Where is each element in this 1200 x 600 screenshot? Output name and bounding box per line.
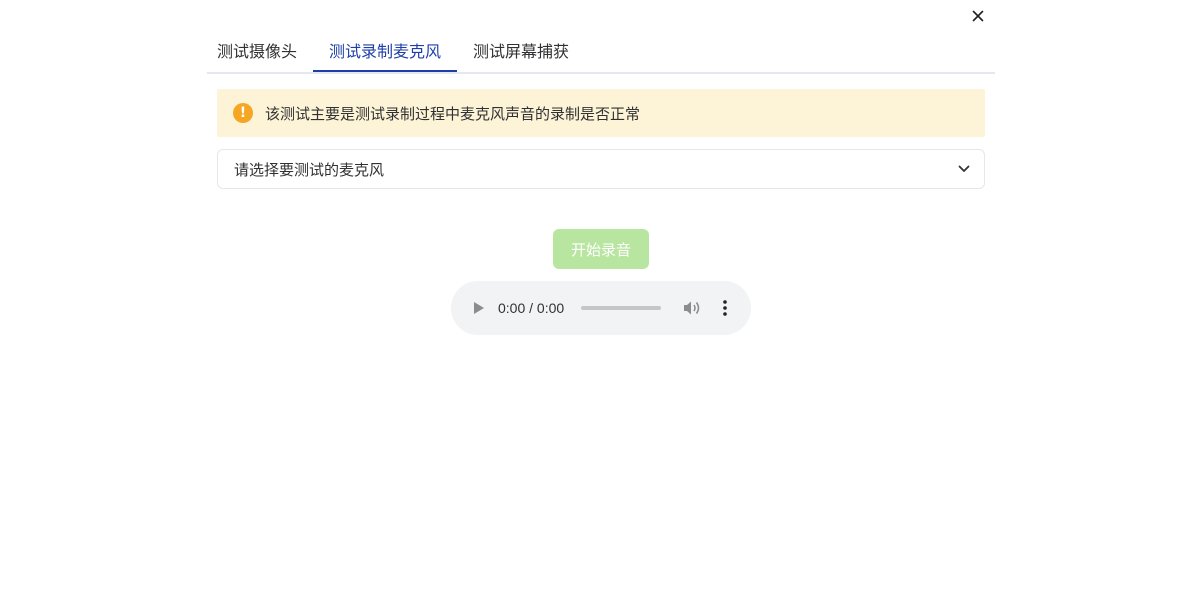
audio-time-display: 0:00 / 0:00 <box>498 300 565 316</box>
volume-button[interactable] <box>683 299 701 317</box>
start-recording-button[interactable]: 开始录音 <box>553 229 649 269</box>
tab-screen-capture-test[interactable]: 测试屏幕捕获 <box>473 32 569 72</box>
microphone-test-dialog: 测试摄像头 测试录制麦克风 测试屏幕捕获 ! 该测试主要是测试录制过程中麦克风声… <box>0 0 1200 600</box>
audio-player: 0:00 / 0:00 <box>451 281 751 335</box>
volume-icon <box>684 301 700 315</box>
chevron-down-icon <box>956 161 972 177</box>
play-icon <box>474 302 484 314</box>
close-button[interactable] <box>966 4 990 28</box>
more-options-button[interactable] <box>717 299 733 317</box>
close-icon <box>972 10 984 22</box>
active-tab-indicator <box>313 70 457 72</box>
play-button[interactable] <box>471 300 487 316</box>
tab-bar: 测试摄像头 测试录制麦克风 测试屏幕捕获 <box>207 32 995 74</box>
audio-progress-slider[interactable] <box>581 306 661 310</box>
microphone-select[interactable]: 请选择要测试的麦克风 <box>217 149 985 189</box>
info-alert: ! 该测试主要是测试录制过程中麦克风声音的录制是否正常 <box>217 89 985 137</box>
microphone-select-placeholder: 请选择要测试的麦克风 <box>234 160 385 179</box>
more-vertical-icon <box>723 300 727 316</box>
tab-camera-test[interactable]: 测试摄像头 <box>217 32 297 72</box>
tab-microphone-test[interactable]: 测试录制麦克风 <box>329 32 441 72</box>
warning-circle-icon: ! <box>233 103 253 123</box>
alert-message: 该测试主要是测试录制过程中麦克风声音的录制是否正常 <box>265 104 641 123</box>
